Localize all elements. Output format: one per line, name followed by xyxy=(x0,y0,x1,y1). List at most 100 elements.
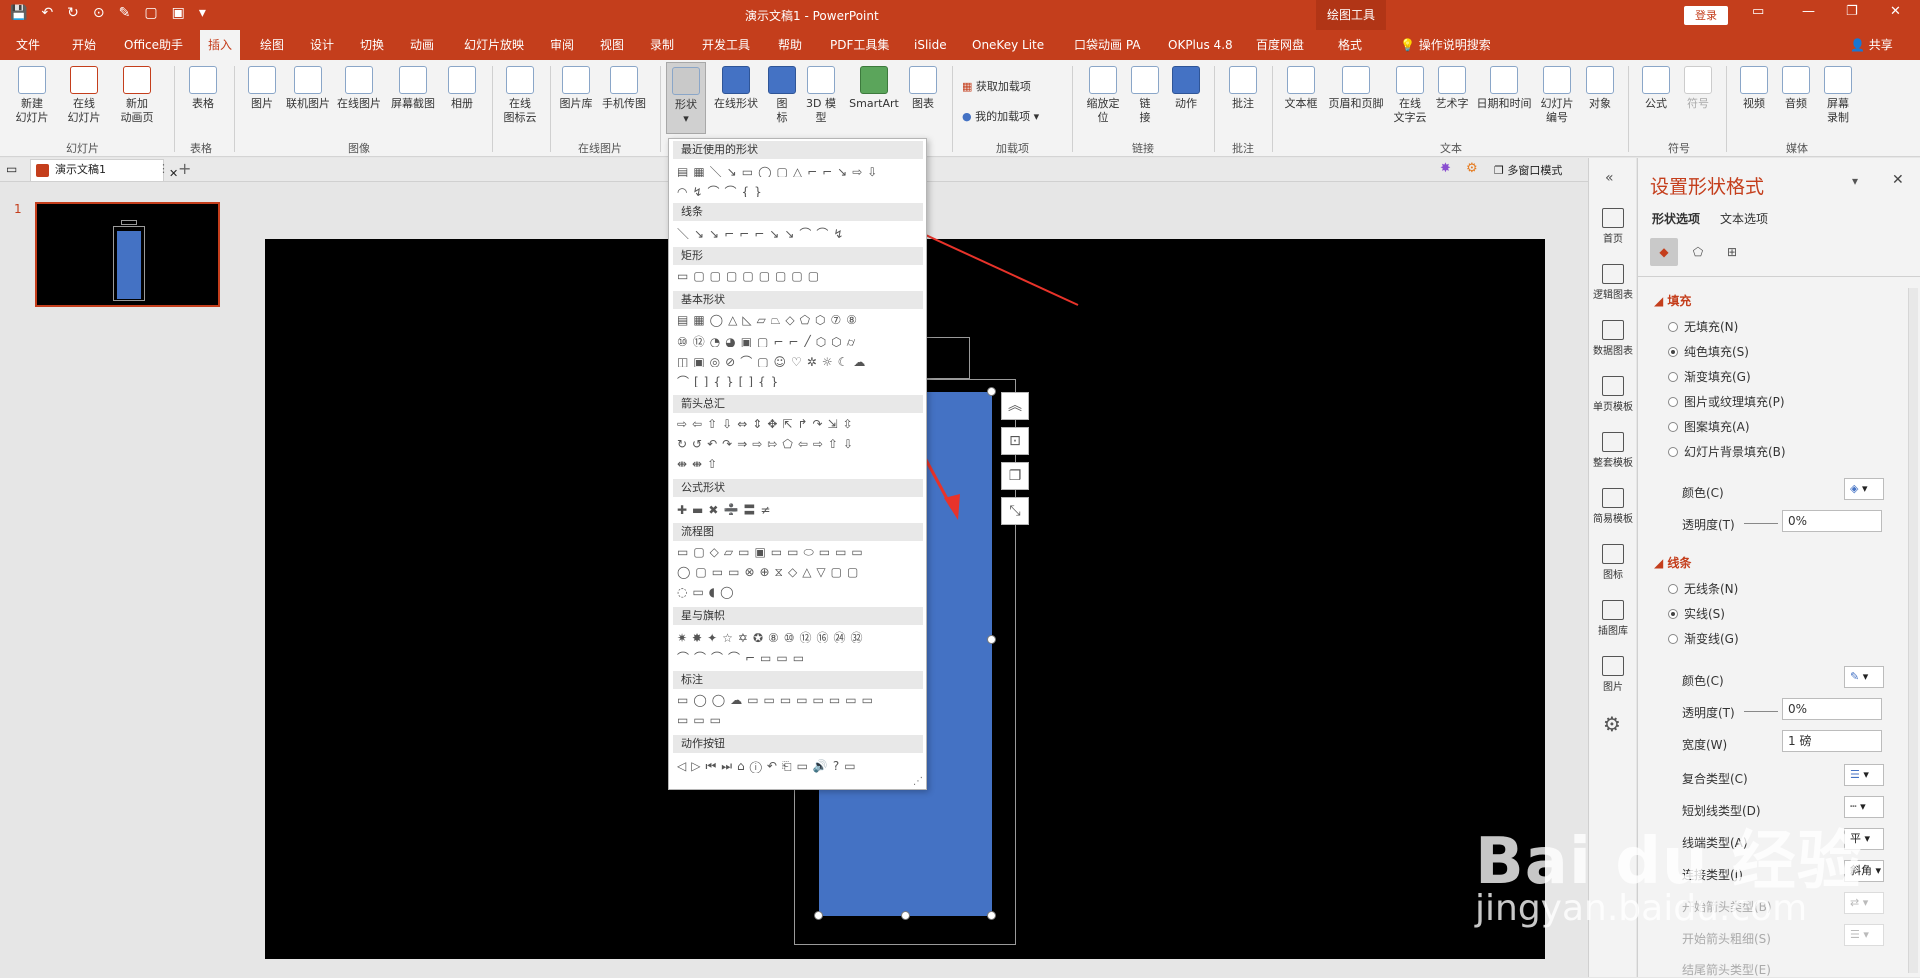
line-transparency-slider[interactable] xyxy=(1744,711,1778,712)
audio-button[interactable]: 音频 xyxy=(1776,66,1816,111)
shape-row[interactable]: ▭◯◯☁▭▭▭▭▭▭▭▭ xyxy=(677,693,923,707)
resize-grip-icon[interactable]: ⋰ xyxy=(913,776,923,787)
slide-number-button[interactable]: 幻灯片 编号 xyxy=(1536,66,1578,125)
side-item-icons[interactable]: 图标 xyxy=(1589,544,1637,581)
my-addins-button[interactable]: ● 我的加载项 ▾ xyxy=(962,108,1039,124)
action-button[interactable]: 动作 xyxy=(1164,66,1208,111)
shapes-button[interactable]: 形状 ▾ xyxy=(666,62,706,134)
side-item-home[interactable]: 首页 xyxy=(1589,208,1637,245)
tab-shape-options[interactable]: 形状选项 xyxy=(1652,210,1700,227)
layer-icon[interactable]: ❐ xyxy=(1001,462,1029,490)
tab-draw[interactable]: 绘图 xyxy=(252,30,292,60)
align-center-icon[interactable]: ⊡ xyxy=(1001,427,1029,455)
maximize-icon[interactable]: ❐ xyxy=(1846,4,1858,19)
close-icon[interactable]: ✕ xyxy=(1890,4,1901,19)
picture-button[interactable]: 图片 xyxy=(242,66,282,111)
fill-section-header[interactable]: ◢ 填充 xyxy=(1654,292,1691,309)
size-properties-icon[interactable]: ⊞ xyxy=(1718,238,1746,266)
multiwindow-button[interactable]: ❐ 多窗口模式 xyxy=(1494,162,1562,178)
shape-row[interactable]: ⌒⌒⌒⌒⌐▭▭▭ xyxy=(677,649,923,663)
qat-more-icon[interactable]: ▾ xyxy=(199,5,206,21)
link-button[interactable]: 链 接 xyxy=(1130,66,1160,125)
shape-row[interactable]: ↻↺↶↷⇒⇨⇰⬠⇦⇨⇧⇩ xyxy=(677,437,923,451)
tab-okplus[interactable]: OKPlus 4.8 xyxy=(1160,30,1241,60)
textbox-button[interactable]: 文本框 xyxy=(1278,66,1324,111)
login-button[interactable]: 登录 xyxy=(1684,6,1728,25)
line-transparency-input[interactable]: 0% xyxy=(1782,698,1882,720)
line-gradient-radio[interactable]: 渐变线(G) xyxy=(1668,630,1739,647)
fill-none-radio[interactable]: 无填充(N) xyxy=(1668,318,1738,335)
resize-handle[interactable] xyxy=(987,911,996,920)
tab-pdf-tools[interactable]: PDF工具集 xyxy=(822,30,897,60)
3d-model-button[interactable]: 3D 模 型 xyxy=(802,66,840,125)
shape-row[interactable]: ▭▢◇▱▭▣▭▭⬭▭▭▭ xyxy=(677,545,923,559)
tab-baidu-netdisk[interactable]: 百度网盘 xyxy=(1248,30,1312,60)
resize-handle[interactable] xyxy=(987,635,996,644)
dash-type-dropdown[interactable]: ┅ ▾ xyxy=(1844,796,1884,818)
presenter-icon[interactable]: ⊙ xyxy=(93,5,105,21)
side-item-illustrations[interactable]: 插图库 xyxy=(1589,600,1637,637)
qat-group-icon[interactable]: ▣ xyxy=(172,5,185,21)
chart-button[interactable]: 图表 xyxy=(904,66,942,111)
shape-row[interactable]: ◌▭◖◯ xyxy=(677,585,923,599)
fill-picture-radio[interactable]: 图片或纹理填充(P) xyxy=(1668,393,1785,410)
shape-row[interactable]: ◁▷⏮⏭⌂ⓘ↶⎗▭🔊?▭ xyxy=(677,759,923,773)
fill-color-picker[interactable]: ◈ ▾ xyxy=(1844,478,1884,500)
undo-icon[interactable]: ↶ xyxy=(41,5,53,21)
side-item-full-template[interactable]: 整套模板 xyxy=(1589,432,1637,469)
tab-home[interactable]: 开始 xyxy=(64,30,104,60)
redo-icon[interactable]: ↻ xyxy=(67,5,79,21)
sparkle-icon[interactable]: ✸ xyxy=(1440,161,1451,176)
ribbon-display-icon[interactable]: ▭ xyxy=(1752,4,1764,19)
comment-button[interactable]: 批注 xyxy=(1222,66,1264,111)
compound-type-dropdown[interactable]: ☰ ▾ xyxy=(1844,764,1884,786)
tab-design[interactable]: 设计 xyxy=(302,30,342,60)
document-tab[interactable]: 演示文稿1 ✕ xyxy=(30,159,178,181)
side-item-pictures[interactable]: 图片 xyxy=(1589,656,1637,693)
shape-row[interactable]: ⌒[]{}[]{} xyxy=(677,373,923,387)
header-footer-button[interactable]: 页眉和页脚 xyxy=(1326,66,1386,111)
resize-handle[interactable] xyxy=(814,911,823,920)
tab-view[interactable]: 视图 xyxy=(592,30,632,60)
fill-transparency-slider[interactable] xyxy=(1744,523,1778,524)
qat-shape-icon[interactable]: ▢ xyxy=(144,5,157,21)
tab-file[interactable]: 文件 xyxy=(8,30,48,60)
tab-record[interactable]: 录制 xyxy=(642,30,682,60)
line-solid-radio[interactable]: 实线(S) xyxy=(1668,605,1725,622)
gallery-button[interactable]: 图片库 xyxy=(556,66,596,111)
tab-developer[interactable]: 开发工具 xyxy=(694,30,758,60)
online-slide-button[interactable]: 在线 幻灯片 xyxy=(60,66,108,125)
pane-close-icon[interactable]: ✕ xyxy=(1892,172,1904,188)
format-painter-icon[interactable]: ✎ xyxy=(119,5,131,21)
shape-row[interactable]: ◠↯⌒⌒{} xyxy=(677,183,923,197)
shape-row[interactable]: ⑩⑫◔◕▣▢⌐⌐╱⬡⬡⌭ xyxy=(677,333,923,347)
online-shapes-button[interactable]: 在线形状 xyxy=(710,66,762,111)
table-button[interactable]: 表格 xyxy=(182,66,224,111)
close-tab-icon[interactable]: ✕ xyxy=(169,164,178,184)
tab-slideshow[interactable]: 幻灯片放映 xyxy=(456,30,532,60)
tab-insert[interactable]: 插入 xyxy=(200,30,241,60)
shape-row[interactable]: ⇼⇼⇧ xyxy=(677,457,923,471)
pane-options-icon[interactable]: ▾ xyxy=(1852,174,1858,188)
line-section-header[interactable]: ◢ 线条 xyxy=(1654,554,1691,571)
cap-type-dropdown[interactable]: 平 ▾ xyxy=(1844,828,1884,850)
wordart-button[interactable]: 艺术字 xyxy=(1432,66,1472,111)
begin-arrow-type-dropdown[interactable]: ⇄ ▾ xyxy=(1844,892,1884,914)
fill-pattern-radio[interactable]: 图案填充(A) xyxy=(1668,418,1750,435)
online-text-cloud-button[interactable]: 在线 文字云 xyxy=(1390,66,1430,125)
pane-scrollbar[interactable] xyxy=(1908,288,1918,973)
zoom-button[interactable]: 缩放定 位 xyxy=(1080,66,1126,125)
join-type-dropdown[interactable]: 斜角 ▾ xyxy=(1844,860,1884,882)
side-item-simple-template[interactable]: 简易模板 xyxy=(1589,488,1637,525)
side-item-data-chart[interactable]: 数据图表 xyxy=(1589,320,1637,357)
resize-handle[interactable] xyxy=(901,911,910,920)
tab-office-assistant[interactable]: Office助手 xyxy=(116,30,191,60)
shape-row[interactable]: ＼↘↘⌐⌐⌐↘↘⌒⌒↯ xyxy=(677,225,923,239)
settings-icon[interactable]: ⚙ xyxy=(1603,712,1621,736)
effects-pentagon-icon[interactable]: ⬠ xyxy=(1684,238,1712,266)
new-anim-page-button[interactable]: 新加 动画页 xyxy=(112,66,162,125)
side-item-single-template[interactable]: 单页模板 xyxy=(1589,376,1637,413)
slide-thumbnail[interactable] xyxy=(35,202,220,307)
tab-help[interactable]: 帮助 xyxy=(770,30,810,60)
tell-me-search[interactable]: 💡 操作说明搜索 xyxy=(1392,30,1499,60)
